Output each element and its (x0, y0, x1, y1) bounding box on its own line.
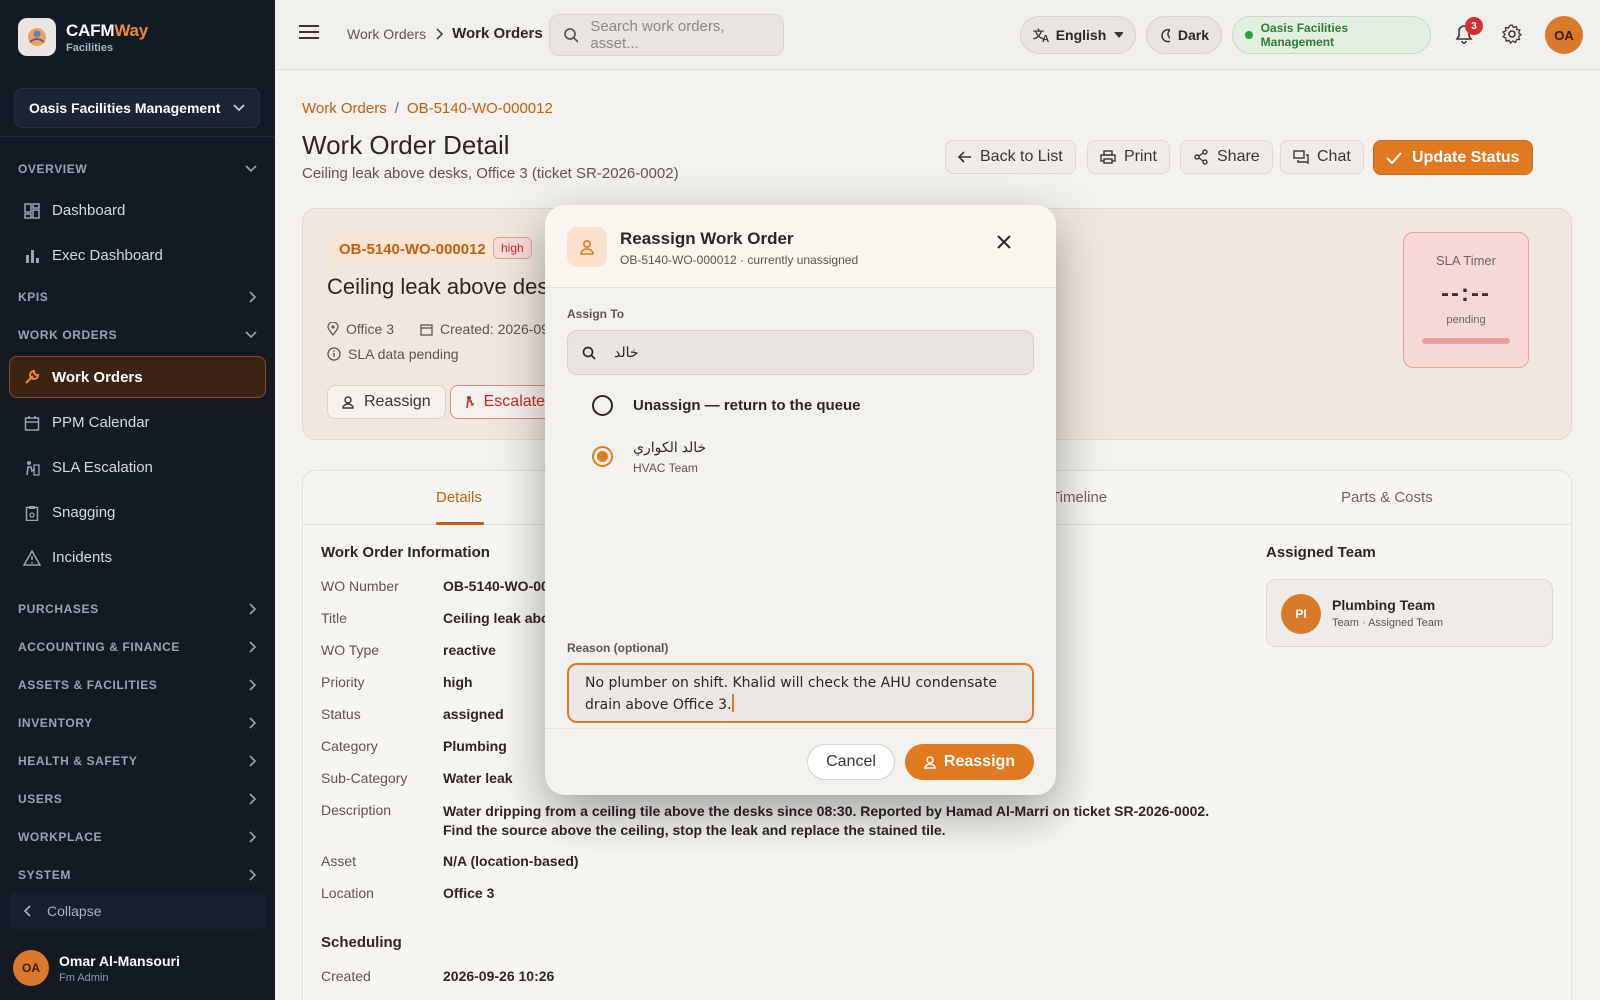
reason-label: Reason (optional) (567, 641, 669, 655)
reason-textarea[interactable]: No plumber on shift. Khalid will check t… (567, 663, 1034, 723)
dialog-footer: Cancel Reassign (545, 728, 1056, 795)
option-unassign-label[interactable]: Unassign — return to the queue (633, 397, 861, 414)
person-icon (924, 755, 936, 769)
cancel-button[interactable]: Cancel (807, 744, 895, 780)
radio-assignee[interactable] (592, 446, 613, 467)
reason-value: No plumber on shift. Khalid will check t… (585, 675, 997, 713)
search-icon (582, 346, 596, 360)
assignee-search-input[interactable]: خالد (567, 330, 1034, 375)
text-cursor (731, 694, 734, 712)
dialog-header: Reassign Work Order OB-5140-WO-000012 · … (545, 205, 1056, 288)
reassign-dialog: Reassign Work Order OB-5140-WO-000012 · … (545, 205, 1056, 795)
confirm-reassign-label: Reassign (943, 753, 1016, 770)
dialog-subtitle: OB-5140-WO-000012 · currently unassigned (620, 253, 859, 267)
close-icon[interactable] (997, 235, 1011, 249)
assignee-search-value: خالد (614, 344, 639, 360)
radio-unassign[interactable] (592, 395, 613, 416)
option-assignee-team: HVAC Team (633, 461, 698, 475)
dialog-title: Reassign Work Order (620, 229, 794, 248)
person-icon (567, 227, 607, 267)
option-assignee-name[interactable]: خالد الكواري (633, 439, 706, 456)
confirm-reassign-button[interactable]: Reassign (905, 744, 1034, 780)
assign-to-label: Assign To (567, 307, 625, 321)
